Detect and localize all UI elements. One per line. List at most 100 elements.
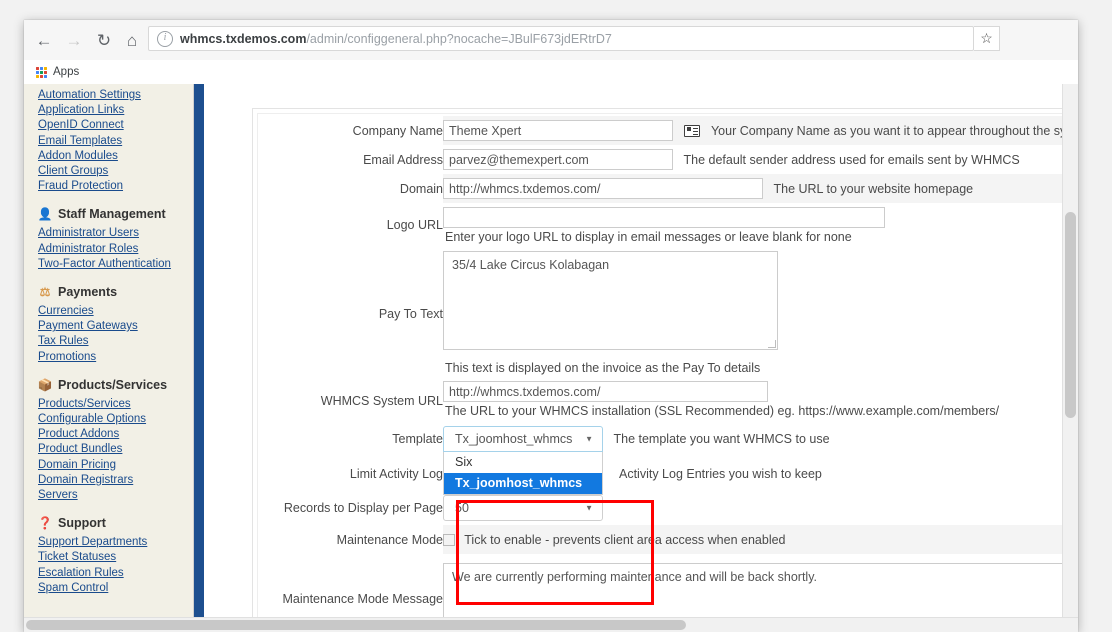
sidebar-link-products-services[interactable]: Products/Services (38, 397, 193, 412)
field-help-template: The template you want WHMCS to use (613, 432, 829, 446)
address-bar[interactable]: i whmcs.txdemos.com/admin/configgeneral.… (148, 26, 974, 51)
sidebar-link-two-factor-authentication[interactable]: Two-Factor Authentication (38, 257, 193, 272)
settings-panel-outer: Company Name Theme Xpert Your Company Na… (252, 108, 1078, 632)
field-help-maintenance-mode: Tick to enable - prevents client area ac… (464, 533, 785, 547)
apps-label: Apps (53, 66, 79, 78)
template-option-tx-joomhost-whmcs[interactable]: Tx_joomhost_whmcs (444, 473, 602, 494)
sidebar-link-product-addons[interactable]: Product Addons (38, 427, 193, 442)
records-per-page-select[interactable]: 50 ▼ (443, 495, 603, 521)
field-label-template: Template (258, 421, 443, 457)
field-label-pay-to-text: Pay To Text (258, 247, 443, 380)
box-icon: 📦 (38, 378, 52, 392)
sidebar-link-product-bundles[interactable]: Product Bundles (38, 442, 193, 457)
field-row-maintenance-mode: Maintenance Mode Tick to enable - preven… (258, 525, 1078, 554)
sidebar-link-configurable-options[interactable]: Configurable Options (38, 412, 193, 427)
template-options-list: Six Tx_joomhost_whmcs (443, 452, 603, 495)
sidebar-link-domain-pricing[interactable]: Domain Pricing (38, 458, 193, 473)
home-icon[interactable]: ⌂ (120, 28, 144, 52)
records-per-page-value: 50 (444, 501, 495, 515)
sidebar-link-email-templates[interactable]: Email Templates (38, 134, 193, 149)
url-host: whmcs.txdemos.com (180, 32, 306, 46)
sidebar-link-promotions[interactable]: Promotions (38, 350, 193, 365)
chevron-down-icon: ▼ (585, 435, 593, 444)
field-row-records-per-page: Records to Display per Page 50 ▼ (258, 491, 1078, 525)
sidebar-link-spam-control[interactable]: Spam Control (38, 581, 193, 596)
template-select[interactable]: Tx_joomhost_whmcs ▼ (443, 426, 603, 452)
address-card-icon (684, 125, 700, 137)
sidebar-link-payment-gateways[interactable]: Payment Gateways (38, 319, 193, 334)
admin-sidebar: Automation Settings Application Links Op… (24, 84, 193, 632)
payments-icon: ⚖ (38, 285, 52, 299)
apps-grid-icon (36, 67, 47, 78)
settings-panel: Company Name Theme Xpert Your Company Na… (257, 113, 1078, 632)
horizontal-scrollbar[interactable] (24, 617, 1078, 632)
email-address-input[interactable]: parvez@themexpert.com (443, 149, 673, 170)
field-row-domain: Domain http://whmcs.txdemos.com/ The URL… (258, 174, 1078, 203)
info-icon[interactable]: i (157, 31, 173, 47)
sidebar-heading-label: Support (58, 516, 106, 530)
field-help-system-url: The URL to your WHMCS installation (SSL … (443, 402, 1078, 421)
apps-shortcut[interactable]: Apps (32, 63, 83, 81)
sidebar-link-domain-registrars[interactable]: Domain Registrars (38, 473, 193, 488)
field-row-pay-to-text: Pay To Text This text is displayed on th… (258, 247, 1078, 380)
sidebar-heading-label: Payments (58, 285, 117, 299)
browser-window: ← → ↻ ⌂ i whmcs.txdemos.com/admin/config… (24, 20, 1078, 632)
arrow-left-icon[interactable]: ← (32, 28, 56, 52)
reload-icon[interactable]: ↻ (92, 28, 116, 52)
company-name-input[interactable]: Theme Xpert (443, 120, 673, 141)
star-icon[interactable]: ☆ (974, 26, 1000, 51)
sidebar-link-openid-connect[interactable]: OpenID Connect (38, 118, 193, 133)
url-text: whmcs.txdemos.com/admin/configgeneral.ph… (180, 32, 612, 46)
sidebar-heading-staff-management: 👤 Staff Management (38, 207, 193, 221)
sidebar-link-automation-settings[interactable]: Automation Settings (38, 88, 193, 103)
template-option-six[interactable]: Six (444, 452, 602, 473)
help-icon: ❓ (38, 516, 52, 530)
field-row-limit-activity-log: Limit Activity Log Activity Log Entries … (258, 457, 1078, 491)
template-select-value: Tx_joomhost_whmcs (444, 432, 598, 446)
field-label-domain: Domain (258, 174, 443, 203)
sidebar-link-client-groups[interactable]: Client Groups (38, 164, 193, 179)
sidebar-heading-products-services: 📦 Products/Services (38, 378, 193, 392)
sidebar-link-administrator-users[interactable]: Administrator Users (38, 226, 193, 241)
field-label-records-per-page: Records to Display per Page (258, 491, 443, 525)
settings-content: Company Name Theme Xpert Your Company Na… (221, 84, 1078, 632)
field-help-domain: The URL to your website homepage (773, 182, 973, 196)
sidebar-link-tax-rules[interactable]: Tax Rules (38, 334, 193, 349)
template-select-wrapper: Tx_joomhost_whmcs ▼ Six Tx_joomhost_whmc… (443, 426, 603, 452)
sidebar-link-fraud-protection[interactable]: Fraud Protection (38, 179, 193, 194)
sidebar-link-ticket-statuses[interactable]: Ticket Statuses (38, 550, 193, 565)
pay-to-text-textarea[interactable] (443, 251, 778, 350)
page-viewport: Automation Settings Application Links Op… (24, 84, 1078, 632)
field-row-system-url: WHMCS System URL http://whmcs.txdemos.co… (258, 380, 1078, 421)
system-url-input[interactable]: http://whmcs.txdemos.com/ (443, 381, 768, 402)
field-help-limit-activity-log: Activity Log Entries you wish to keep (619, 467, 822, 481)
domain-input[interactable]: http://whmcs.txdemos.com/ (443, 178, 763, 199)
field-label-logo-url: Logo URL (258, 203, 443, 247)
field-row-template: Template Tx_joomhost_whmcs ▼ Six (258, 421, 1078, 457)
horizontal-scrollbar-thumb[interactable] (26, 620, 686, 630)
browser-toolbar: ← → ↻ ⌂ i whmcs.txdemos.com/admin/config… (24, 20, 1078, 61)
sidebar-link-administrator-roles[interactable]: Administrator Roles (38, 242, 193, 257)
field-help-logo-url: Enter your logo URL to display in email … (443, 228, 1078, 247)
field-label-system-url: WHMCS System URL (258, 380, 443, 421)
logo-url-input[interactable] (443, 207, 885, 228)
vertical-scrollbar[interactable] (1062, 84, 1078, 618)
field-label-maintenance-mode: Maintenance Mode (258, 525, 443, 554)
field-label-company-name: Company Name (258, 116, 443, 145)
sidebar-link-servers[interactable]: Servers (38, 488, 193, 503)
maintenance-mode-checkbox[interactable] (443, 534, 455, 546)
general-settings-form: Company Name Theme Xpert Your Company Na… (258, 116, 1078, 632)
sidebar-link-currencies[interactable]: Currencies (38, 304, 193, 319)
sidebar-link-application-links[interactable]: Application Links (38, 103, 193, 118)
sidebar-link-support-departments[interactable]: Support Departments (38, 535, 193, 550)
sidebar-link-addon-modules[interactable]: Addon Modules (38, 149, 193, 164)
sidebar-link-escalation-rules[interactable]: Escalation Rules (38, 566, 193, 581)
bookmarks-bar: Apps (24, 60, 1078, 85)
url-path: /admin/configgeneral.php?nocache=JBulF67… (306, 32, 611, 46)
vertical-scrollbar-thumb[interactable] (1065, 212, 1076, 418)
field-label-limit-activity-log: Limit Activity Log (258, 457, 443, 491)
textarea-resize-handle[interactable] (768, 340, 776, 348)
staff-icon: 👤 (38, 207, 52, 221)
chevron-down-icon: ▼ (585, 504, 593, 513)
sidebar-heading-support: ❓ Support (38, 516, 193, 530)
